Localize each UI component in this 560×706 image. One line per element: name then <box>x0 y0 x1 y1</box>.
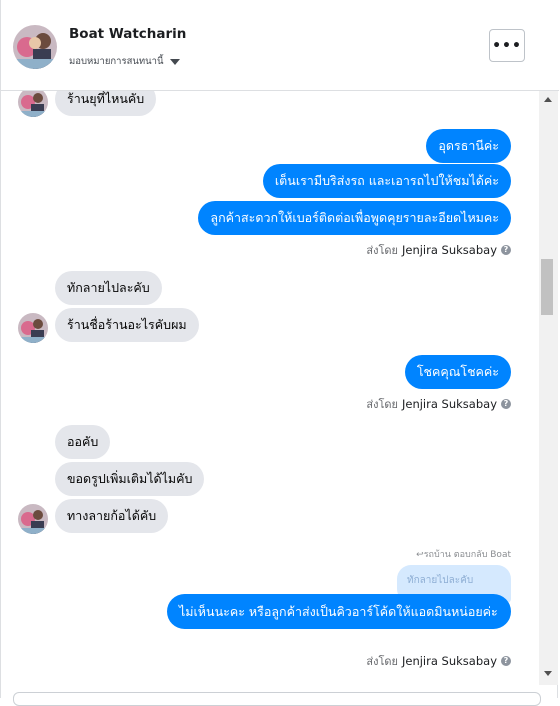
scrollbar-thumb[interactable] <box>541 259 553 315</box>
help-icon[interactable]: ? <box>501 399 511 409</box>
more-icon: ••• <box>492 37 522 54</box>
incoming-message: ทางลายก้อได้คับ <box>55 499 169 533</box>
caret-down-icon <box>169 58 180 65</box>
sent-by-line: ส่งโดย Jenjira Suksabay ? <box>366 241 511 259</box>
help-icon[interactable]: ? <box>501 245 511 255</box>
avatar[interactable] <box>13 25 57 69</box>
outgoing-message: ไม่เห็นนะคะ หรือลูกค้าส่งเป็นคิวอาร์โค้ด… <box>167 594 511 629</box>
contact-name: Boat Watcharin <box>69 26 187 42</box>
outgoing-message: ลูกค้าสะดวกให้เบอร์ติดต่อเพื่อพูดคุยรายล… <box>198 201 511 235</box>
avatar <box>18 91 48 117</box>
sent-by-prefix: ส่งโดย <box>366 398 398 411</box>
incoming-message: ออคับ <box>55 425 111 459</box>
incoming-message: ขอดรูปเพิ่มเติมได้ไมคับ <box>55 462 205 496</box>
sent-by-prefix: ส่งโดย <box>366 244 398 257</box>
message-thread: ร้านยุที่ไหนคับ อุดรธานีค่ะ เต็นเรามีบริ… <box>1 91 539 685</box>
scrollbar[interactable] <box>539 91 558 685</box>
scroll-up-icon[interactable] <box>544 97 552 102</box>
sent-by-line: ส่งโดย Jenjira Suksabay ? <box>366 652 511 670</box>
help-icon[interactable]: ? <box>501 656 511 666</box>
incoming-message: ร้านชื่อร้านอะไรคับผม <box>55 308 199 342</box>
scroll-down-icon[interactable] <box>544 671 552 676</box>
more-options-button[interactable]: ••• <box>489 29 525 62</box>
avatar <box>18 504 48 534</box>
sent-by-line: ส่งโดย Jenjira Suksabay ? <box>366 395 511 413</box>
message-composer[interactable] <box>13 692 541 706</box>
agent-name[interactable]: Jenjira Suksabay <box>402 397 497 411</box>
chat-header: Boat Watcharin มอบหมายการสนทนานี้ ••• <box>1 0 559 91</box>
incoming-message: ทักลายไปละคับ <box>55 271 162 305</box>
assign-label: มอบหมายการสนทนานี้ <box>69 56 164 67</box>
avatar <box>18 313 48 343</box>
outgoing-message: เต็นเรามีบริส่งรถ และเอารถไปให้ชมได้ค่ะ <box>262 164 511 198</box>
agent-name[interactable]: Jenjira Suksabay <box>402 243 497 257</box>
outgoing-message: อุดรธานีค่ะ <box>426 129 511 163</box>
incoming-message: ร้านยุที่ไหนคับ <box>55 91 157 116</box>
agent-name[interactable]: Jenjira Suksabay <box>402 654 497 668</box>
reply-indicator: ↩รถบ้าน ตอบกลับ Boat <box>416 550 511 560</box>
assign-conversation-dropdown[interactable]: มอบหมายการสนทนานี้ <box>69 54 180 69</box>
outgoing-message: โชคคุณโชคค่ะ <box>404 355 511 389</box>
chat-window: Boat Watcharin มอบหมายการสนทนานี้ ••• ร้… <box>0 0 559 706</box>
sent-by-prefix: ส่งโดย <box>366 655 398 668</box>
